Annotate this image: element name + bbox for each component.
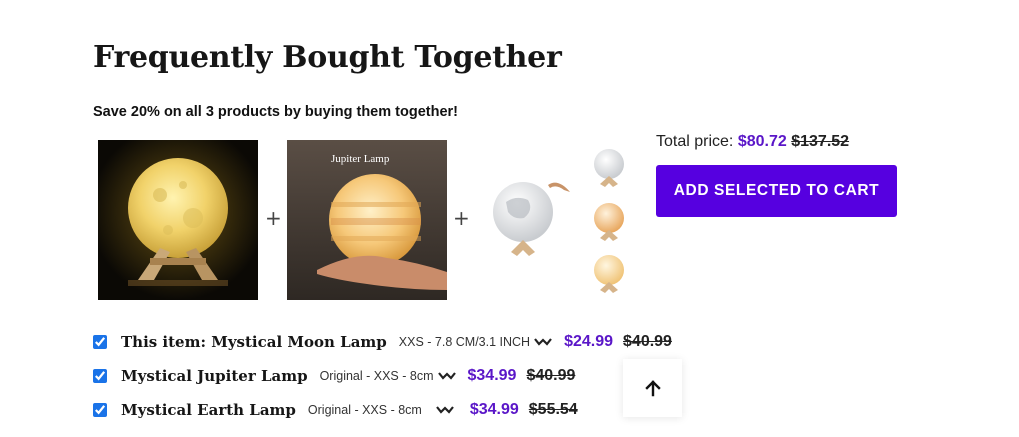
item-checkbox[interactable] [93,335,107,349]
arrow-up-icon [644,380,661,397]
total-original-price: $137.52 [791,133,850,150]
moon-lamp-image[interactable] [98,140,258,300]
bundle-item-row: Mystical Earth Lamp Original - XXS - 8cm… [93,398,578,422]
item-sale-price: $34.99 [467,367,517,384]
jupiter-lamp-overlay-text: Jupiter Lamp [331,153,390,165]
jupiter-lamp-image[interactable]: Jupiter Lamp [287,140,447,300]
chevron-down-icon[interactable] [435,405,454,415]
total-price: Total price: $80.72 $137.52 [656,133,849,151]
plus-separator: + [453,206,470,230]
item-original-price: $40.99 [623,333,672,350]
variant-select[interactable]: Original - XXS - 8cm [308,403,422,417]
item-sale-price: $34.99 [469,401,519,418]
plus-separator: + [265,206,282,230]
chevron-down-icon[interactable] [437,371,456,381]
total-price-label: Total price: [656,133,734,150]
item-original-price: $40.99 [526,367,576,384]
item-sale-price: $24.99 [564,333,614,350]
item-checkbox[interactable] [93,369,107,383]
chevron-down-icon[interactable] [534,337,552,347]
item-name: Mystical Earth Lamp [121,401,296,419]
section-title: Frequently Bought Together [93,40,562,75]
add-selected-to-cart-button[interactable]: ADD SELECTED TO CART [656,165,897,217]
variant-select[interactable]: XXS - 7.8 CM/3.1 INCH [399,335,530,349]
variant-select[interactable]: Original - XXS - 8cm [320,369,434,383]
back-to-top-button[interactable] [623,359,682,417]
item-name: Mystical Jupiter Lamp [121,367,308,385]
bundle-item-row: Mystical Jupiter Lamp Original - XXS - 8… [93,364,575,388]
total-sale-price: $80.72 [737,133,787,150]
bundle-item-row: This item: Mystical Moon Lamp XXS - 7.8 … [93,330,672,354]
item-name: This item: Mystical Moon Lamp [121,333,387,351]
bundle-savings-text: Save 20% on all 3 products by buying the… [93,104,458,120]
item-original-price: $55.54 [528,401,578,418]
earth-lamp-image[interactable] [476,140,636,300]
item-checkbox[interactable] [93,403,107,417]
